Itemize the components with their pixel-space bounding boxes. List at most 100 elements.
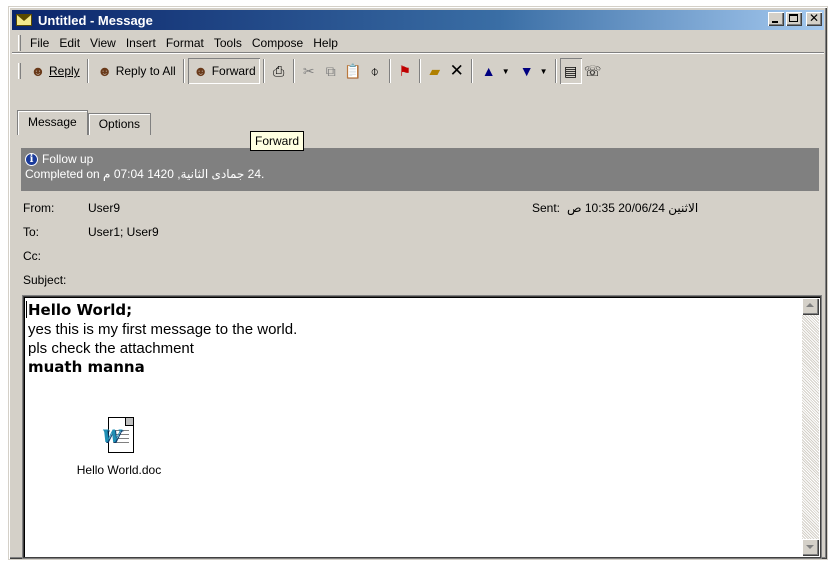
- reply-icon: ☻: [30, 63, 46, 79]
- cc-label: Cc:: [23, 249, 41, 263]
- tab-strip: Message Options: [17, 110, 152, 135]
- reply-all-button[interactable]: ☻ Reply to All: [92, 58, 180, 84]
- menu-tools[interactable]: Tools: [209, 36, 247, 50]
- reply-all-label: Reply to All: [115, 64, 176, 78]
- toolbar-grip[interactable]: [18, 63, 21, 79]
- forward-label: Forward: [211, 64, 256, 78]
- completed-date: .24 جمادى الثانية, 1420 07:04 م: [103, 167, 265, 181]
- address-book-icon: ☏: [583, 63, 602, 79]
- copy-button[interactable]: ⧉: [320, 58, 342, 84]
- body-line-3: pls check the attachment: [28, 340, 194, 357]
- attachment-item[interactable]: W Hello World.doc: [64, 417, 174, 477]
- body-line-signature: muath manna: [28, 358, 145, 376]
- forward-tooltip: Forward: [250, 131, 305, 151]
- delete-button[interactable]: ✕: [446, 58, 468, 84]
- menu-view[interactable]: View: [85, 36, 121, 50]
- from-value[interactable]: User9: [88, 201, 120, 215]
- text-cursor: [26, 301, 27, 318]
- scroll-up-button[interactable]: [802, 298, 819, 315]
- attach-button[interactable]: ⌽: [364, 58, 386, 84]
- menu-insert[interactable]: Insert: [121, 36, 161, 50]
- scroll-down-button[interactable]: [802, 539, 819, 556]
- follow-up-banner: i Follow up Completed on .24 جمادى الثان…: [21, 148, 819, 191]
- message-window: Untitled - Message ✕ File Edit View Inse…: [8, 6, 828, 560]
- sent-label: Sent:: [532, 201, 561, 215]
- completed-line: Completed on .24 جمادى الثانية, 1420 07:…: [25, 167, 819, 181]
- flag-icon: ⚑: [398, 63, 412, 79]
- completed-prefix: Completed on: [25, 167, 104, 181]
- forward-button[interactable]: ☻ Forward: [188, 58, 260, 84]
- toolbar-separator: [388, 59, 391, 83]
- standard-toolbar: ☻ Reply ☻ Reply to All ☻ Forward ⎙ ✂ ⧉ 📋…: [12, 55, 824, 87]
- copy-icon: ⧉: [325, 63, 336, 79]
- reply-button[interactable]: ☻ Reply: [25, 58, 84, 84]
- window-title: Untitled - Message: [38, 12, 153, 28]
- vertical-scrollbar[interactable]: [802, 298, 819, 556]
- maximize-button[interactable]: [786, 12, 802, 26]
- reply-label: Reply: [49, 64, 80, 78]
- print-button[interactable]: ⎙: [268, 58, 290, 84]
- to-row: To: User1; User9: [9, 225, 829, 241]
- paste-button[interactable]: 📋: [342, 58, 364, 84]
- toolbar-separator: [292, 59, 295, 83]
- message-body[interactable]: Hello World; yes this is my first messag…: [23, 296, 821, 558]
- toolbar-separator: [418, 59, 421, 83]
- close-button[interactable]: ✕: [806, 11, 822, 26]
- menu-format[interactable]: Format: [161, 36, 209, 50]
- delete-icon: ✕: [449, 61, 464, 80]
- properties-icon: ▤: [563, 63, 578, 79]
- move-to-folder-button[interactable]: ▰: [424, 58, 446, 84]
- subject-label: Subject:: [23, 273, 67, 287]
- to-value[interactable]: User1; User9: [88, 225, 159, 239]
- toolbar-separator: [182, 59, 185, 83]
- window-controls: ✕: [768, 11, 822, 26]
- move-to-folder-icon: ▰: [429, 63, 441, 79]
- address-book-button[interactable]: ☏: [582, 58, 604, 84]
- attach-icon: ⌽: [370, 63, 379, 79]
- scroll-down-icon: [806, 545, 814, 549]
- previous-item-button[interactable]: ▲ ▼: [476, 58, 514, 84]
- previous-item-icon: ▲: [481, 63, 496, 79]
- from-row: From: User9 Sent: الاثنين 20/06/24 10:35…: [9, 201, 829, 217]
- print-icon: ⎙: [273, 63, 285, 79]
- flag-button[interactable]: ⚑: [394, 58, 416, 84]
- title-bar[interactable]: Untitled - Message ✕: [12, 10, 824, 30]
- cc-row: Cc:: [9, 249, 829, 265]
- tab-message[interactable]: Message: [17, 110, 88, 135]
- body-line-greeting: Hello World;: [28, 301, 133, 319]
- from-label: From:: [23, 201, 55, 215]
- menu-bar: File Edit View Insert Format Tools Compo…: [12, 33, 824, 53]
- paste-icon: 📋: [344, 63, 362, 79]
- menu-grip[interactable]: [18, 34, 21, 51]
- minimize-icon: [772, 21, 778, 23]
- menu-help[interactable]: Help: [308, 36, 343, 50]
- next-item-icon: ▼: [519, 63, 534, 79]
- word-document-icon: W: [102, 417, 136, 457]
- follow-up-label: Follow up: [42, 152, 94, 166]
- properties-button[interactable]: ▤: [560, 58, 582, 84]
- body-line-2: yes this is my first message to the worl…: [28, 321, 298, 338]
- info-icon: i: [25, 152, 38, 166]
- body-text[interactable]: Hello World; yes this is my first messag…: [28, 301, 297, 377]
- next-item-button[interactable]: ▼ ▼: [514, 58, 552, 84]
- menu-file[interactable]: File: [25, 36, 54, 50]
- cut-icon: ✂: [302, 63, 315, 79]
- attachment-filename: Hello World.doc: [76, 463, 162, 477]
- dropdown-arrow-icon: ▼: [501, 66, 510, 76]
- dropdown-arrow-icon: ▼: [539, 66, 548, 76]
- maximize-icon: [789, 14, 798, 22]
- toolbar-separator: [86, 59, 89, 83]
- reply-all-icon: ☻: [97, 63, 113, 79]
- cut-button[interactable]: ✂: [298, 58, 320, 84]
- menu-compose[interactable]: Compose: [247, 36, 308, 50]
- toolbar-separator: [554, 59, 557, 83]
- subject-row: Subject:: [9, 273, 829, 289]
- minimize-button[interactable]: [768, 12, 784, 26]
- to-label: To:: [23, 225, 40, 239]
- tab-options[interactable]: Options: [87, 113, 152, 135]
- forward-icon: ☻: [193, 63, 209, 79]
- toolbar-separator: [470, 59, 473, 83]
- menu-edit[interactable]: Edit: [54, 36, 85, 50]
- toolbar-separator: [262, 59, 265, 83]
- envelope-icon: [16, 14, 32, 26]
